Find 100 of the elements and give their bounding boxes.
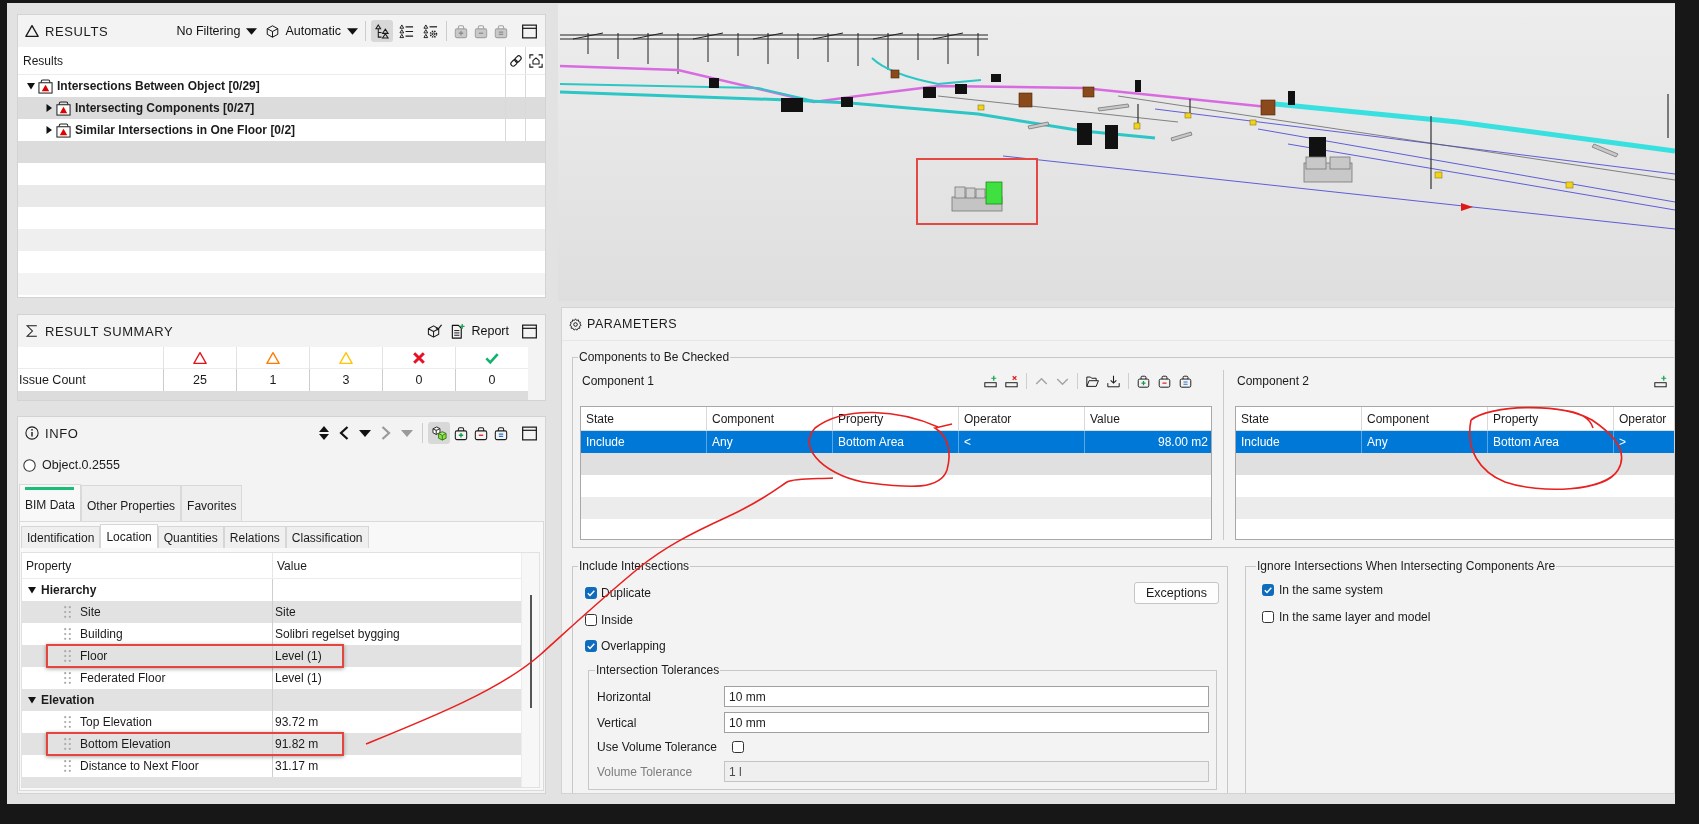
- bag-lines-icon[interactable]: [494, 425, 508, 441]
- filter-dropdown[interactable]: No Filtering: [173, 20, 261, 42]
- tab[interactable]: BIM Data: [19, 484, 81, 521]
- selected-component-drawing: [951, 181, 1003, 212]
- checkbox[interactable]: [585, 614, 597, 626]
- table-row[interactable]: Include Any Bottom Area >: [1236, 431, 1674, 453]
- field-label: Horizontal: [597, 688, 653, 706]
- table-row[interactable]: Include Any Bottom Area < 98.00 m2: [581, 431, 1211, 453]
- column-header: Results: [23, 53, 63, 68]
- mode-dropdown[interactable]: Automatic: [263, 20, 361, 42]
- settings-icon: [569, 317, 582, 331]
- drag-handle-icon[interactable]: [64, 628, 71, 640]
- checkbox[interactable]: [732, 741, 744, 753]
- cube-check-icon[interactable]: [427, 323, 443, 339]
- table-cell-text: >: [1618, 434, 1627, 451]
- drag-handle-icon[interactable]: [64, 716, 71, 728]
- tab[interactable]: Identification: [21, 526, 101, 548]
- drag-handle-icon[interactable]: [64, 760, 71, 772]
- group-title: Ignore Intersections When Intersecting Components Are: [1256, 559, 1557, 573]
- collapsed-caret-icon[interactable]: [45, 104, 53, 112]
- property-name: Bottom Elevation: [80, 737, 171, 751]
- text-field[interactable]: 10 mm: [724, 686, 1209, 707]
- column-header: Property: [26, 558, 72, 573]
- panel-title: INFO: [45, 425, 79, 441]
- checkbox[interactable]: [1262, 611, 1274, 623]
- checkbox[interactable]: [1262, 584, 1274, 596]
- home-frame-icon: [528, 53, 543, 68]
- link-icon: [508, 53, 523, 68]
- window-icon[interactable]: [522, 425, 537, 441]
- scrollbar-thumb[interactable]: [530, 595, 532, 708]
- checkbox[interactable]: [585, 587, 597, 599]
- drag-handle-icon[interactable]: [64, 738, 71, 750]
- row-plus-icon[interactable]: [1654, 374, 1667, 388]
- drag-handle-icon[interactable]: [64, 672, 71, 684]
- tab[interactable]: Location: [100, 524, 158, 548]
- column-header: Operator: [1618, 410, 1668, 428]
- warning-box-icon: [38, 78, 53, 94]
- triangle-icon: [25, 24, 39, 38]
- caret-icon: [347, 27, 358, 35]
- bag-plus-icon[interactable]: [454, 425, 468, 441]
- text-field[interactable]: 10 mm: [724, 712, 1209, 733]
- chevron-left-icon[interactable]: [339, 426, 349, 440]
- panel-title: RESULT SUMMARY: [45, 323, 174, 339]
- object-name: Object.0.2555: [42, 458, 120, 472]
- bag-minus-icon[interactable]: [474, 425, 488, 441]
- tab[interactable]: Classification: [285, 526, 369, 548]
- list-icon: [398, 23, 414, 39]
- report-button[interactable]: Report: [448, 320, 511, 342]
- info-icon: [25, 426, 39, 440]
- expanded-caret-icon[interactable]: [28, 696, 36, 704]
- property-name: Top Elevation: [80, 715, 153, 729]
- column-header: Component: [707, 407, 833, 430]
- expanded-caret-icon[interactable]: [28, 586, 36, 594]
- group-row[interactable]: Elevation: [22, 689, 521, 711]
- sigma-icon: [25, 324, 39, 338]
- row-cross-icon[interactable]: [1005, 374, 1018, 388]
- bag-minus-icon[interactable]: [1158, 374, 1171, 388]
- checkbox-label: In the same system: [1279, 583, 1384, 597]
- document-plus-icon: [450, 323, 466, 339]
- tab[interactable]: Favorites: [181, 485, 243, 521]
- row-header: Issue Count: [19, 373, 86, 387]
- bag-plus-icon[interactable]: [1137, 374, 1150, 388]
- panel-title: PARAMETERS: [587, 317, 678, 331]
- hierarchy-icon: [374, 23, 390, 39]
- tab[interactable]: Relations: [223, 526, 286, 548]
- tab[interactable]: Quantities: [157, 526, 224, 548]
- bag-lines-icon[interactable]: [1179, 374, 1192, 388]
- up-down-arrows-icon[interactable]: [319, 426, 329, 440]
- folder-icon[interactable]: [1086, 374, 1099, 388]
- tree-item[interactable]: Intersecting Components [0/27]: [18, 97, 545, 119]
- hierarchy-view-button[interactable]: [371, 20, 393, 42]
- checkbox-label: In the same layer and model: [1279, 610, 1431, 624]
- 3d-viewport[interactable]: [558, 4, 1675, 301]
- column-header: Operator: [959, 407, 1085, 430]
- caret-down-icon[interactable]: [359, 429, 371, 437]
- group-title: Components to Be Checked: [578, 350, 731, 364]
- warning-box-icon: [56, 122, 71, 138]
- panel-title: RESULTS: [45, 23, 109, 39]
- warning-box-icon: [56, 100, 71, 116]
- checkbox[interactable]: [585, 640, 597, 652]
- circle-icon: [23, 458, 36, 472]
- collapsed-caret-icon[interactable]: [45, 126, 53, 134]
- view-toggle-button[interactable]: [428, 422, 450, 444]
- tab[interactable]: Other Properties: [81, 485, 182, 521]
- column-header: Property: [1488, 407, 1614, 430]
- column-header: Value: [277, 558, 307, 573]
- property-name: Site: [80, 605, 101, 619]
- exceptions-button[interactable]: Exceptions: [1134, 582, 1219, 604]
- window-icon[interactable]: [522, 23, 537, 39]
- row-plus-icon[interactable]: [984, 374, 997, 388]
- checkbox-label: Overlapping: [601, 639, 666, 653]
- drag-handle-icon[interactable]: [64, 606, 71, 618]
- expanded-caret-icon[interactable]: [27, 82, 35, 90]
- property-name: Federated Floor: [80, 671, 166, 685]
- download-icon[interactable]: [1107, 374, 1120, 388]
- list-gear-icon: [422, 23, 438, 39]
- scrollbar[interactable]: [521, 553, 539, 787]
- column-header: Property: [833, 407, 959, 430]
- window-icon[interactable]: [522, 323, 537, 339]
- drag-handle-icon[interactable]: [64, 650, 71, 662]
